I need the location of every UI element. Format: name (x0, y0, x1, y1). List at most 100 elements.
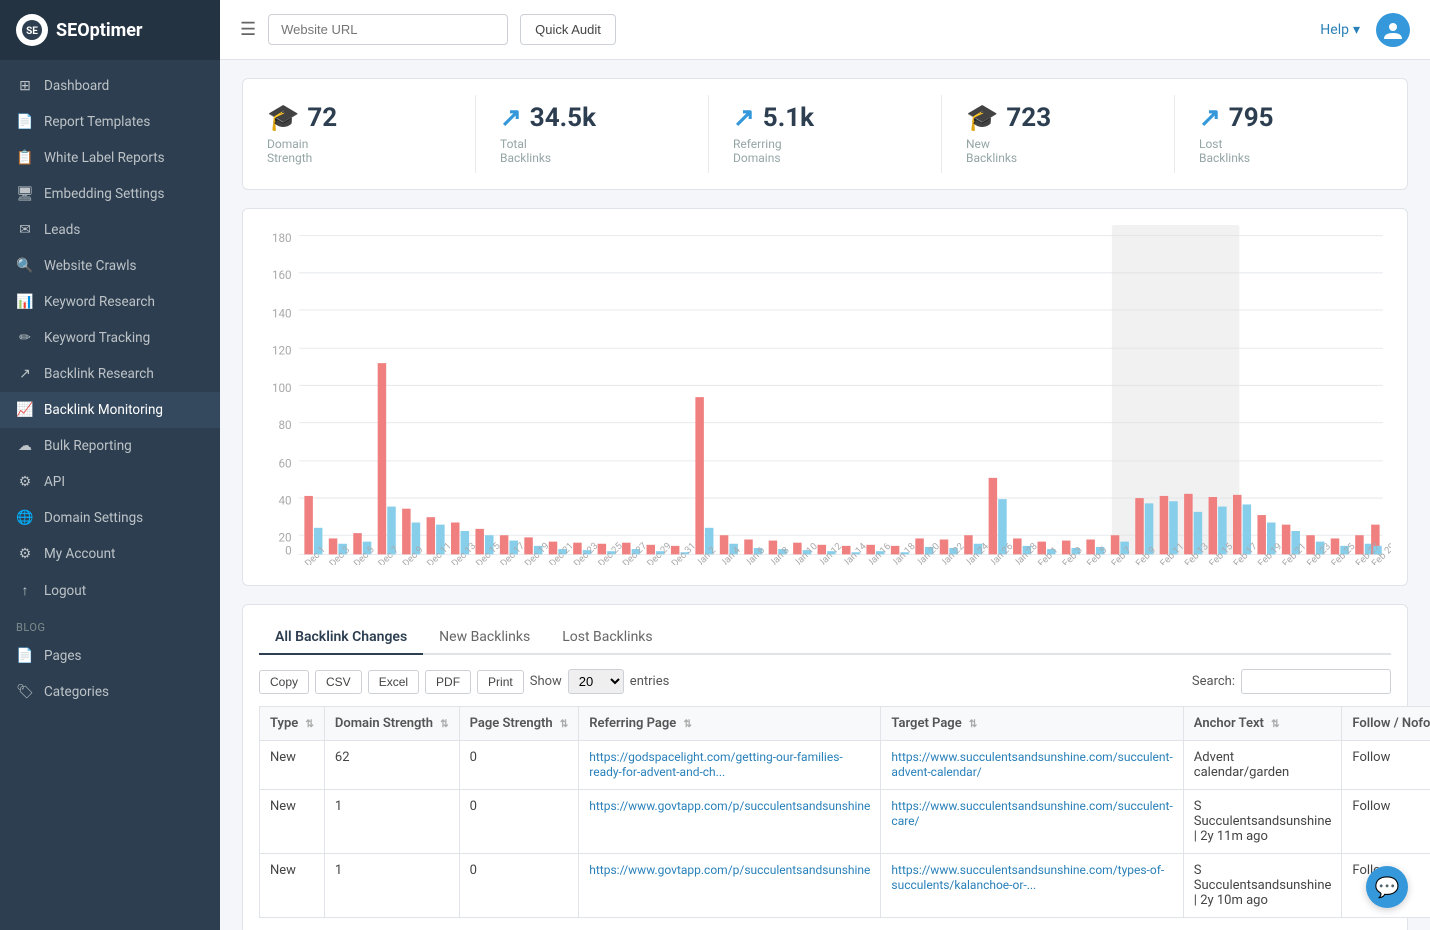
cell-ps-2: 0 (459, 854, 579, 918)
cell-at-2: S Succulentsandsunshine | 2y 10m ago (1183, 854, 1342, 918)
menu-icon[interactable]: ☰ (240, 19, 256, 40)
sidebar: SE SEOptimer ⊞Dashboard📄Report Templates… (0, 0, 220, 930)
cell-type-1: New (260, 790, 325, 854)
cell-tp-1: https://www.succulentsandsunshine.com/su… (881, 790, 1183, 854)
chart-container: 180 160 140 120 100 80 60 40 20 0 (242, 208, 1408, 586)
quick-audit-button[interactable]: Quick Audit (520, 14, 616, 45)
main-area: ☰ Quick Audit Help ▾ 🎓 72 Domain Stre (220, 0, 1430, 930)
sidebar-label-backlink-research: Backlink Research (44, 366, 154, 382)
tabs-row: All Backlink ChangesNew BacklinksLost Ba… (259, 621, 1391, 655)
sidebar-item-my-account[interactable]: ⚙My Account (0, 536, 220, 572)
sidebar-label-keyword-tracking: Keyword Tracking (44, 330, 150, 346)
sidebar-icon-website-crawls: 🔍 (16, 258, 34, 274)
stat-icon-lost-backlinks: ↗ (1199, 103, 1221, 133)
logo-icon: SE (16, 14, 48, 46)
sidebar-icon-backlink-research: ↗ (16, 366, 34, 382)
content-area: 🎓 72 Domain Strength ↗ 34.5k Total Backl… (220, 60, 1430, 930)
sidebar-nav: ⊞Dashboard📄Report Templates📋White Label … (0, 60, 220, 930)
sidebar-item-leads[interactable]: ✉ Leads (0, 212, 220, 248)
cell-ds-1: 1 (324, 790, 459, 854)
sidebar-item-report-templates[interactable]: 📄Report Templates (0, 104, 220, 140)
sidebar-label-pages: Pages (44, 648, 82, 664)
col-header-referring-page[interactable]: Referring Page ⇅ (579, 707, 881, 741)
backlinks-table: Type ⇅Domain Strength ⇅Page Strength ⇅Re… (259, 706, 1430, 918)
stat-icon-total-backlinks: ↗ (500, 103, 522, 133)
stat-label-new-backlinks: New Backlinks (966, 137, 1017, 165)
user-avatar[interactable] (1376, 13, 1410, 47)
col-header-page-strength[interactable]: Page Strength ⇅ (459, 707, 579, 741)
sidebar-item-categories[interactable]: 🏷Categories (0, 674, 220, 710)
table-body: New 62 0 https://godspacelight.com/getti… (260, 741, 1430, 918)
entries-select[interactable]: 20 10 50 100 (568, 669, 624, 694)
search-input[interactable] (1241, 669, 1391, 694)
sort-icon-domain-strength: ⇅ (440, 719, 448, 730)
show-label: Show (530, 674, 562, 689)
col-header-target-page[interactable]: Target Page ⇅ (881, 707, 1183, 741)
sidebar-item-keyword-research[interactable]: 📊Keyword Research (0, 284, 220, 320)
sidebar-icon-bulk-reporting: ☁ (16, 438, 34, 454)
col-header-domain-strength[interactable]: Domain Strength ⇅ (324, 707, 459, 741)
sidebar-logo[interactable]: SE SEOptimer (0, 0, 220, 60)
sidebar-icon-keyword-research: 📊 (16, 294, 34, 310)
print-button[interactable]: Print (477, 670, 524, 694)
sidebar-label-api: API (44, 474, 65, 490)
cell-type-2: New (260, 854, 325, 918)
sidebar-item-domain-settings[interactable]: 🌐Domain Settings (0, 500, 220, 536)
svg-text:0: 0 (285, 543, 292, 557)
col-header-anchor-text[interactable]: Anchor Text ⇅ (1183, 707, 1342, 741)
url-input[interactable] (268, 14, 508, 45)
cell-fn-1: Follow (1342, 790, 1430, 854)
sidebar-item-white-label-reports[interactable]: 📋White Label Reports (0, 140, 220, 176)
sidebar-item-bulk-reporting[interactable]: ☁Bulk Reporting (0, 428, 220, 464)
sidebar-item-backlink-monitoring[interactable]: 📈 Backlink Monitoring (0, 392, 220, 428)
sidebar-item-api[interactable]: ⚙ API (0, 464, 220, 500)
sidebar-item-embedding-settings[interactable]: 🖥Embedding Settings (0, 176, 220, 212)
sidebar-item-logout[interactable]: ↑Logout (0, 572, 220, 609)
cell-tp-0: https://www.succulentsandsunshine.com/su… (881, 741, 1183, 790)
sidebar-item-dashboard[interactable]: ⊞Dashboard (0, 68, 220, 104)
sidebar-label-backlink-monitoring: Backlink Monitoring (44, 402, 163, 418)
sidebar-item-backlink-research[interactable]: ↗ Backlink Research (0, 356, 220, 392)
sidebar-item-pages[interactable]: 📄Pages (0, 638, 220, 674)
sidebar-icon-leads: ✉ (16, 222, 34, 238)
sort-icon-page-strength: ⇅ (560, 719, 568, 730)
stat-label-referring-domains: Referring Domains (733, 137, 782, 165)
help-button[interactable]: Help ▾ (1320, 22, 1360, 38)
sidebar-icon-domain-settings: 🌐 (16, 510, 34, 526)
tab-new-backlinks[interactable]: New Backlinks (423, 621, 546, 655)
sidebar-label-white-label-reports: White Label Reports (44, 150, 165, 166)
svg-text:40: 40 (279, 493, 292, 507)
table-row: New 1 0 https://www.govtapp.com/p/succul… (260, 854, 1430, 918)
sidebar-label-leads: Leads (44, 222, 80, 238)
table-row: New 1 0 https://www.govtapp.com/p/succul… (260, 790, 1430, 854)
stat-icon-domain-strength: 🎓 (267, 103, 299, 133)
svg-text:120: 120 (272, 344, 292, 358)
stat-value-lost-backlinks: ↗ 795 (1199, 103, 1274, 133)
cell-tp-2: https://www.succulentsandsunshine.com/ty… (881, 854, 1183, 918)
table-row: New 62 0 https://godspacelight.com/getti… (260, 741, 1430, 790)
sidebar-item-keyword-tracking[interactable]: ✏Keyword Tracking (0, 320, 220, 356)
sidebar-item-website-crawls[interactable]: 🔍Website Crawls (0, 248, 220, 284)
stat-value-new-backlinks: 🎓 723 (966, 103, 1051, 133)
svg-text:140: 140 (272, 306, 292, 320)
col-header-follow-nofollow[interactable]: Follow / Nofollow ⇅ (1342, 707, 1430, 741)
sidebar-icon-backlink-monitoring: 📈 (16, 402, 34, 418)
stat-label-total-backlinks: Total Backlinks (500, 137, 551, 165)
col-header-type[interactable]: Type ⇅ (260, 707, 325, 741)
tab-lost-backlinks[interactable]: Lost Backlinks (546, 621, 668, 655)
pdf-button[interactable]: PDF (425, 670, 471, 694)
csv-button[interactable]: CSV (315, 670, 362, 694)
stats-row: 🎓 72 Domain Strength ↗ 34.5k Total Backl… (242, 78, 1408, 190)
tab-all-backlink-changes[interactable]: All Backlink Changes (259, 621, 423, 655)
stat-card-lost-backlinks: ↗ 795 Lost Backlinks (1175, 95, 1407, 173)
copy-button[interactable]: Copy (259, 670, 309, 694)
cell-ps-1: 0 (459, 790, 579, 854)
sidebar-label-categories: Categories (44, 684, 109, 700)
svg-text:60: 60 (279, 456, 292, 470)
svg-text:180: 180 (272, 231, 292, 245)
help-chevron-icon: ▾ (1353, 22, 1360, 38)
chat-bubble[interactable]: 💬 (1366, 866, 1408, 908)
sidebar-icon-api: ⚙ (16, 474, 34, 490)
excel-button[interactable]: Excel (368, 670, 419, 694)
cell-ds-2: 1 (324, 854, 459, 918)
